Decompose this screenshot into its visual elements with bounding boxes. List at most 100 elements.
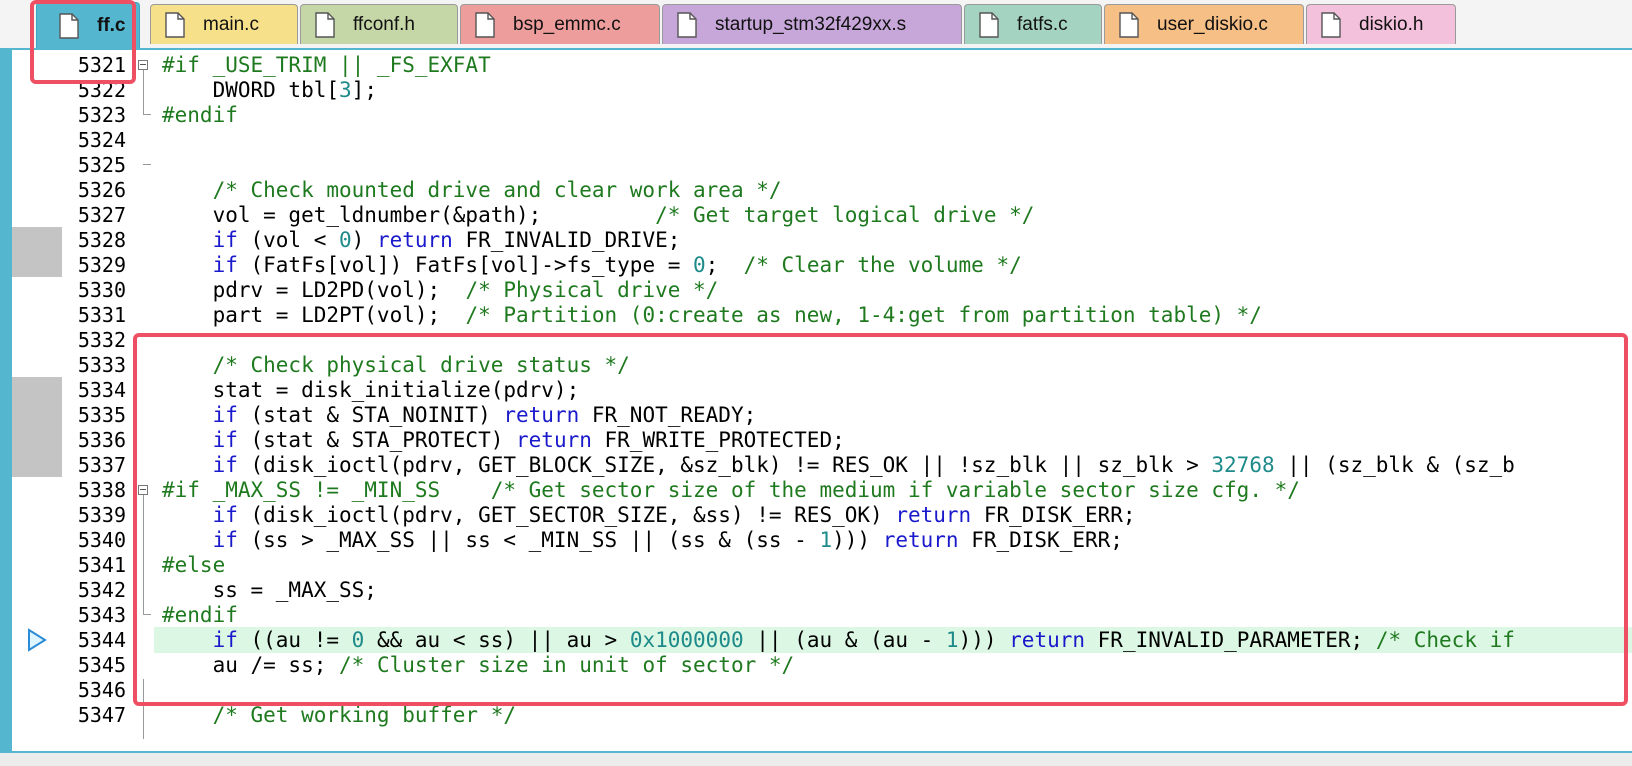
code-token: return [376,228,453,252]
code-token: (stat & STA_NOINIT) [237,403,504,427]
code-line[interactable]: /* Check physical drive status */ [154,352,630,378]
code-token: FR_INVALID_PARAMETER; [1085,628,1376,652]
code-line[interactable]: if (disk_ioctl(pdrv, GET_SECTOR_SIZE, &s… [154,502,1136,528]
code-token: (FatFs[vol]) FatFs[vol]->fs_type = [237,253,694,277]
fold-end-tick [143,614,151,615]
tab-bsp-emmc-c[interactable]: bsp_emmc.c [460,4,660,44]
code-line[interactable]: DWORD tbl[3]; [154,77,377,103]
fold-guide [143,70,144,114]
code-line[interactable]: pdrv = LD2PD(vol); /* Physical drive */ [154,277,719,303]
code-line-text: if (disk_ioctl(pdrv, GET_BLOCK_SIZE, &sz… [154,453,1515,477]
code-line[interactable] [154,152,162,178]
code-line[interactable]: vol = get_ldnumber(&path); /* Get target… [154,202,1035,228]
code-line[interactable]: if (stat & STA_PROTECT) return FR_WRITE_… [154,427,845,453]
code-line[interactable]: ss = _MAX_SS; [154,577,377,603]
code-line-text: if (stat & STA_NOINIT) return FR_NOT_REA… [154,403,757,427]
line-number: 5346 [77,678,126,702]
code-line[interactable]: if (stat & STA_NOINIT) return FR_NOT_REA… [154,402,757,428]
fold-minus-icon[interactable] [138,60,148,70]
code-line[interactable] [154,127,162,153]
fold-column[interactable] [132,50,154,751]
code-token: /* Cluster size in unit of sector */ [339,653,795,677]
fold-minus-icon[interactable] [138,485,148,495]
code-line-text: part = LD2PT(vol); /* Partition (0:creat… [154,303,1262,327]
gutter-mark[interactable] [12,427,62,452]
line-number: 5329 [77,253,126,277]
code-line-text: au /= ss; /* Cluster size in unit of sec… [154,653,795,677]
line-number: 5328 [77,228,126,252]
gutter-mark[interactable] [12,252,62,277]
code-line-text: if (stat & STA_PROTECT) return FR_WRITE_… [154,428,845,452]
tab-label: startup_stm32f429xx.s [715,13,907,35]
code-line[interactable]: if (vol < 0) return FR_INVALID_DRIVE; [154,227,681,253]
line-number: 5333 [77,353,126,377]
code-token: au /= ss; [162,653,340,677]
code-token: 0x1000000 [629,628,744,652]
code-line[interactable] [154,677,162,703]
code-line-text: DWORD tbl[3]; [154,78,377,102]
code-line[interactable]: stat = disk_initialize(pdrv); [154,377,580,403]
code-token: || (sz_blk & (sz_b [1274,453,1515,477]
line-number: 5327 [77,203,126,227]
code-line-text: #endif [154,603,238,627]
line-number: 5326 [77,178,126,202]
code-line-text: /* Get working buffer */ [154,703,516,727]
code-token: FR_INVALID_DRIVE; [452,228,681,252]
gutter-mark[interactable] [12,402,62,427]
code-line[interactable]: #else [154,552,225,578]
tab-label: diskio.h [1359,13,1424,35]
code-token: (disk_ioctl(pdrv, GET_SECTOR_SIZE, &ss) … [237,503,896,527]
editor-tab-bar: ff.c main.c ffconf.h bsp_emmc.c startup_stm3… [0,0,1632,49]
code-line-text: #else [154,553,225,577]
tab-label: bsp_emmc.c [513,13,621,35]
tab-main-c[interactable]: main.c [150,4,298,44]
code-token: return [1009,628,1086,652]
code-token: ))) [958,628,1010,652]
code-line[interactable]: if (FatFs[vol]) FatFs[vol]->fs_type = 0;… [154,252,1022,278]
line-number: 5337 [77,453,126,477]
code-token: ((au != [237,628,352,652]
gutter-mark[interactable] [12,377,62,402]
code-token: if [162,528,238,552]
line-number: 5330 [77,278,126,302]
gutter-mark[interactable] [12,227,62,252]
code-line[interactable]: if ((au != 0 && au < ss) || au > 0x10000… [154,627,1632,653]
code-line[interactable]: if (disk_ioctl(pdrv, GET_BLOCK_SIZE, &sz… [154,452,1515,478]
code-line[interactable]: if (ss > _MAX_SS || ss < _MIN_SS || (ss … [154,527,1123,553]
code-token: pdrv = LD2PD(vol); [162,278,466,302]
line-number: 5342 [77,578,126,602]
tab-startup-stm32f429xx-s[interactable]: startup_stm32f429xx.s [662,4,962,44]
code-line-text: if (FatFs[vol]) FatFs[vol]->fs_type = 0;… [154,253,1022,277]
code-token: ) [351,228,377,252]
code-token: vol = get_ldnumber(&path); [162,203,656,227]
code-token: /* Get working buffer */ [162,703,517,727]
line-number: 5334 [77,378,126,402]
tab-fatfs-c[interactable]: fatfs.c [964,4,1102,44]
code-line[interactable]: #if _MAX_SS != _MIN_SS /* Get sector siz… [154,477,1300,503]
tab-ffconf-h[interactable]: ffconf.h [300,4,458,44]
code-line[interactable]: /* Check mounted drive and clear work ar… [154,177,782,203]
gutter-mark[interactable] [12,452,62,477]
file-icon [677,11,697,38]
tab-label: main.c [203,13,259,35]
breakpoint-gutter[interactable] [12,50,62,751]
code-token: if [162,428,238,452]
code-token: FR_DISK_ERR; [958,528,1123,552]
code-token: if [162,253,238,277]
code-line[interactable]: #endif [154,602,238,628]
code-line[interactable] [154,327,162,353]
tab-ff-c[interactable]: ff.c [36,2,140,48]
line-number: 5335 [77,403,126,427]
code-line[interactable]: #if _USE_TRIM || _FS_EXFAT [154,52,491,78]
code-line[interactable]: au /= ss; /* Cluster size in unit of sec… [154,652,795,678]
code-area[interactable]: #if _USE_TRIM || _FS_EXFAT DWORD tbl[3];… [154,50,1632,751]
file-icon [475,11,495,38]
tab-diskio-h[interactable]: diskio.h [1306,4,1456,44]
code-line[interactable]: part = LD2PT(vol); /* Partition (0:creat… [154,302,1262,328]
code-editor[interactable]: 5321 5322 5323 5324 5325 5326 5327 5328 5329 5330… [12,50,1632,751]
line-number-column: 5321 5322 5323 5324 5325 5326 5327 5328 5329 5330… [62,50,132,751]
code-line[interactable]: #endif [154,102,238,128]
line-number: 5325 [77,153,126,177]
code-line[interactable]: /* Get working buffer */ [154,702,516,728]
tab-user-diskio-c[interactable]: user_diskio.c [1104,4,1304,44]
